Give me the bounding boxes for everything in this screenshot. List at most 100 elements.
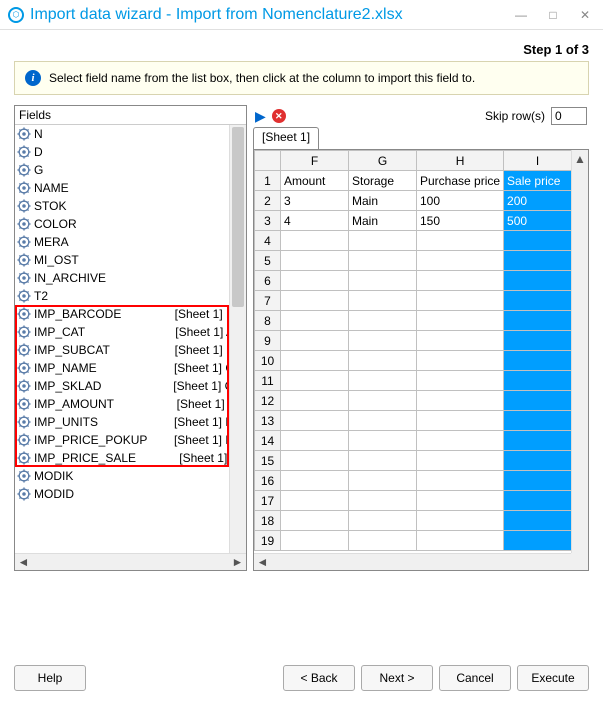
field-item[interactable]: IMP_SKLAD[Sheet 1] G... [15,377,246,395]
cell[interactable] [417,331,504,351]
cell[interactable] [504,511,572,531]
column-header[interactable]: F [281,151,349,171]
play-icon[interactable]: ▶ [255,108,266,125]
cell[interactable] [504,391,572,411]
row-header[interactable]: 16 [255,471,281,491]
field-item[interactable]: MI_OST [15,251,246,269]
cell[interactable]: 100 [417,191,504,211]
sheet-grid[interactable]: FGHI1AmountStoragePurchase priceSale pri… [253,149,589,571]
cell[interactable] [504,371,572,391]
cell[interactable] [417,311,504,331]
cell[interactable] [281,291,349,311]
field-item[interactable]: IMP_AMOUNT[Sheet 1] F... [15,395,246,413]
cell[interactable] [349,531,417,551]
cell[interactable]: Sale price [504,171,572,191]
cell[interactable] [417,351,504,371]
row-header[interactable]: 2 [255,191,281,211]
field-item[interactable]: IMP_PRICE_POKUP[Sheet 1] H... [15,431,246,449]
row-header[interactable]: 13 [255,411,281,431]
grid-scrollbar-vertical[interactable]: ▲ [571,150,588,553]
field-item[interactable]: IN_ARCHIVE [15,269,246,287]
grid-scrollbar-horizontal[interactable]: ◄ [254,553,571,570]
row-header[interactable]: 17 [255,491,281,511]
cell[interactable] [281,511,349,531]
row-header[interactable]: 3 [255,211,281,231]
field-item[interactable]: N [15,125,246,143]
cell[interactable] [417,391,504,411]
cell[interactable] [504,271,572,291]
cell[interactable] [281,371,349,391]
cell[interactable]: 4 [281,211,349,231]
cell[interactable] [417,531,504,551]
field-item[interactable]: NAME [15,179,246,197]
back-button[interactable]: < Back [283,665,355,691]
field-item[interactable]: STOK [15,197,246,215]
minimize-button[interactable]: — [511,5,531,25]
cell[interactable] [349,311,417,331]
cell[interactable]: Amount [281,171,349,191]
field-item[interactable]: G [15,161,246,179]
scroll-left-icon[interactable]: ◄ [15,554,32,571]
cell[interactable] [504,471,572,491]
cell[interactable]: Purchase price [417,171,504,191]
field-item[interactable]: D [15,143,246,161]
row-header[interactable]: 15 [255,451,281,471]
cell[interactable] [281,251,349,271]
scroll-left-icon[interactable]: ◄ [254,554,271,570]
cell[interactable]: Storage [349,171,417,191]
cell[interactable] [349,271,417,291]
row-header[interactable]: 5 [255,251,281,271]
field-item[interactable]: COLOR [15,215,246,233]
cell[interactable] [504,531,572,551]
cell[interactable] [417,431,504,451]
cell[interactable] [281,311,349,331]
field-item[interactable]: IMP_NAME[Sheet 1] C... [15,359,246,377]
cell[interactable] [349,491,417,511]
cell[interactable] [504,231,572,251]
fields-scrollbar-vertical[interactable] [229,125,246,553]
cell[interactable]: 3 [281,191,349,211]
row-header[interactable]: 9 [255,331,281,351]
cell[interactable] [349,351,417,371]
fields-list[interactable]: NDGNAMESTOKCOLORMERAMI_OSTIN_ARCHIVET2IM… [15,125,246,570]
skip-rows-input[interactable] [551,107,587,125]
cell[interactable] [349,431,417,451]
row-header[interactable]: 6 [255,271,281,291]
cell[interactable] [281,391,349,411]
cell[interactable] [281,331,349,351]
cell[interactable] [349,331,417,351]
field-item[interactable]: IMP_UNITS[Sheet 1] D... [15,413,246,431]
cell[interactable] [349,451,417,471]
cell[interactable]: 200 [504,191,572,211]
maximize-button[interactable]: □ [543,5,563,25]
field-item[interactable]: MODID [15,485,246,503]
scroll-right-icon[interactable]: ► [229,554,246,571]
sheet-tab[interactable]: [Sheet 1] [253,127,319,149]
cell[interactable] [281,451,349,471]
column-header[interactable]: G [349,151,417,171]
cell[interactable] [504,251,572,271]
field-item[interactable]: MERA [15,233,246,251]
next-button[interactable]: Next > [361,665,433,691]
cell[interactable] [417,291,504,311]
cell[interactable] [349,231,417,251]
cell[interactable] [281,491,349,511]
row-header[interactable]: 14 [255,431,281,451]
row-header[interactable]: 19 [255,531,281,551]
cell[interactable] [349,511,417,531]
cell[interactable] [504,351,572,371]
cell[interactable] [417,271,504,291]
cell[interactable] [281,271,349,291]
row-header[interactable]: 7 [255,291,281,311]
cell[interactable]: 150 [417,211,504,231]
fields-scrollbar-horizontal[interactable]: ◄ ► [15,553,246,570]
field-item[interactable]: IMP_CAT[Sheet 1] A... [15,323,246,341]
field-item[interactable]: IMP_SUBCAT[Sheet 1] B... [15,341,246,359]
cell[interactable] [281,431,349,451]
cell[interactable] [504,431,572,451]
row-header[interactable]: 4 [255,231,281,251]
cell[interactable] [504,411,572,431]
cell[interactable] [417,451,504,471]
execute-button[interactable]: Execute [517,665,589,691]
cell[interactable]: 500 [504,211,572,231]
